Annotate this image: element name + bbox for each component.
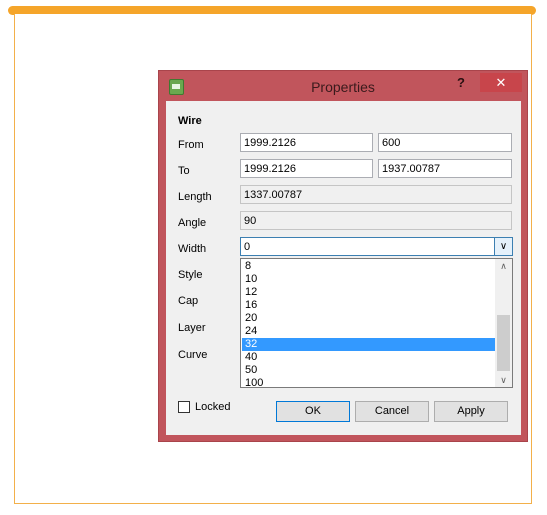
to-x-field[interactable]: 1999.2126 [240,159,373,178]
list-item[interactable]: 40 [242,351,495,364]
layer-label: Layer [178,322,206,334]
section-heading: Wire [178,115,202,127]
help-button[interactable]: ? [457,75,465,90]
angle-label: Angle [178,217,207,229]
cancel-button[interactable]: Cancel [355,401,429,422]
title-bar[interactable]: Properties ? ✕ [159,71,527,101]
list-item[interactable]: 24 [242,325,495,338]
dropdown-scrollbar[interactable]: ∧ ∨ [495,259,512,387]
list-item-selected[interactable]: 32 [242,338,495,351]
chevron-up-icon[interactable]: ∧ [495,259,512,273]
width-dropdown-list[interactable]: 8 10 12 16 20 24 32 40 50 100 ∧ ∨ [240,258,513,389]
locked-label: Locked [195,401,231,413]
from-x-field[interactable]: 1999.2126 [240,133,373,152]
style-label: Style [178,269,203,281]
dialog-title: Properties [311,79,375,95]
close-button[interactable]: ✕ [480,73,522,92]
curve-label: Curve [178,349,208,361]
list-item[interactable]: 8 [242,260,495,273]
apply-button[interactable]: Apply [434,401,508,422]
list-item[interactable]: 10 [242,273,495,286]
angle-field: 90 [240,211,512,230]
length-label: Length [178,191,212,203]
from-label: From [178,139,204,151]
ok-button[interactable]: OK [276,401,350,422]
to-y-field[interactable]: 1937.00787 [378,159,512,178]
list-item[interactable]: 12 [242,286,495,299]
chevron-down-icon[interactable]: ∨ [495,373,512,387]
width-combo-value: 0 [244,241,251,253]
list-item[interactable]: 20 [242,312,495,325]
from-y-field[interactable]: 600 [378,133,512,152]
locked-checkbox[interactable] [178,401,190,413]
list-item[interactable]: 16 [242,299,495,312]
scrollbar-thumb[interactable] [497,315,510,371]
list-item[interactable]: 50 [242,364,495,377]
width-label: Width [178,243,207,255]
to-label: To [178,165,190,177]
width-combo[interactable]: 0 ∨ [240,237,513,256]
chevron-down-icon[interactable]: ∨ [494,238,512,255]
length-field: 1337.00787 [240,185,512,204]
cap-label: Cap [178,295,199,307]
properties-dialog: Properties ? ✕ Wire From 1999.2126 600 T… [158,70,528,442]
list-item[interactable]: 100 [242,377,495,389]
